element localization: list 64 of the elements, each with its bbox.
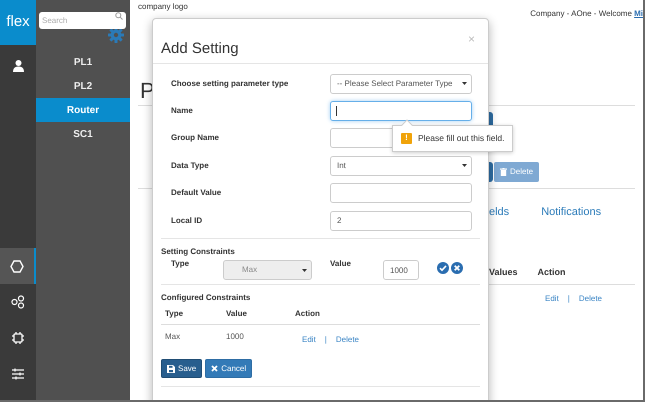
search-icon — [115, 12, 123, 20]
column-header: Type — [165, 308, 184, 320]
delete-link[interactable]: Delete — [336, 334, 359, 346]
warning-icon: ! — [401, 132, 412, 144]
field-label: Value — [330, 258, 352, 270]
delete-button[interactable]: Delete — [494, 162, 540, 182]
search-field[interactable]: Search — [39, 12, 126, 29]
trash-icon — [500, 168, 507, 176]
chip-icon — [11, 331, 25, 345]
sliders-icon — [11, 368, 25, 380]
field-label: Group Name — [171, 132, 220, 144]
table-cell-text: Max — [165, 331, 182, 344]
user-icon — [12, 60, 24, 72]
close-icon — [211, 365, 218, 372]
sidebar-item[interactable]: PL2 — [36, 74, 130, 98]
sidebar-item[interactable]: PL1 — [36, 50, 130, 74]
hexagon-icon — [10, 260, 24, 272]
column-header: Values — [489, 266, 518, 278]
field-label: Type — [171, 258, 190, 270]
nodes-icon — [11, 295, 25, 309]
column-header: Value — [226, 308, 248, 320]
field-label: Default Value — [171, 187, 222, 200]
user-link[interactable]: Mi — [634, 8, 643, 20]
settings-icon[interactable] — [108, 27, 124, 43]
caret-icon — [462, 82, 467, 86]
separator: | — [568, 293, 570, 305]
logo-placeholder-text: company logo — [138, 1, 188, 13]
validation-message: Please fill out this field. — [418, 132, 504, 145]
select-field[interactable]: Int — [330, 156, 472, 176]
select-field[interactable]: -- Please Select Parameter Type — [330, 74, 472, 94]
hexagon-nav-button[interactable] — [0, 248, 36, 284]
field-label: Choose setting parameter type — [171, 78, 290, 90]
confirm-icon[interactable] — [437, 262, 449, 274]
section-title: Setting Constraints — [160, 246, 236, 258]
field-label: Data Type — [171, 160, 210, 172]
caret-icon — [302, 268, 307, 272]
edit-link[interactable]: Edit — [545, 293, 559, 305]
column-header: Action — [295, 308, 321, 320]
input-field[interactable] — [330, 183, 472, 204]
column-header: Action — [538, 266, 566, 278]
separator: | — [324, 334, 327, 346]
action-button[interactable] — [489, 162, 493, 182]
text-cursor — [336, 106, 337, 116]
tab[interactable]: Notifications — [541, 204, 602, 220]
save-button[interactable]: Save — [161, 359, 202, 378]
tab[interactable]: elds — [489, 204, 510, 220]
delete-link[interactable]: Delete — [578, 293, 602, 305]
cancel-icon[interactable] — [451, 262, 463, 274]
welcome-text: Company - AOne - Welcome — [530, 8, 633, 20]
section-title: Configured Constraints — [160, 292, 252, 304]
caret-icon — [462, 164, 467, 168]
table-cell-text: 1000 — [226, 331, 245, 344]
edit-link[interactable]: Edit — [302, 334, 316, 346]
field-label: Local ID — [171, 214, 204, 227]
sidebar-item[interactable]: Router — [36, 98, 130, 122]
dialog-title: Add Setting — [161, 39, 239, 59]
save-icon — [167, 364, 175, 373]
select-field: Max — [223, 260, 312, 280]
sidebar-item[interactable]: SC1 — [36, 122, 130, 146]
field-label: Name — [171, 105, 194, 118]
input-field[interactable]: 2 — [330, 210, 472, 231]
cancel-button[interactable]: Cancel — [205, 359, 252, 378]
logo: flex — [0, 0, 36, 45]
input-field[interactable] — [330, 101, 472, 122]
